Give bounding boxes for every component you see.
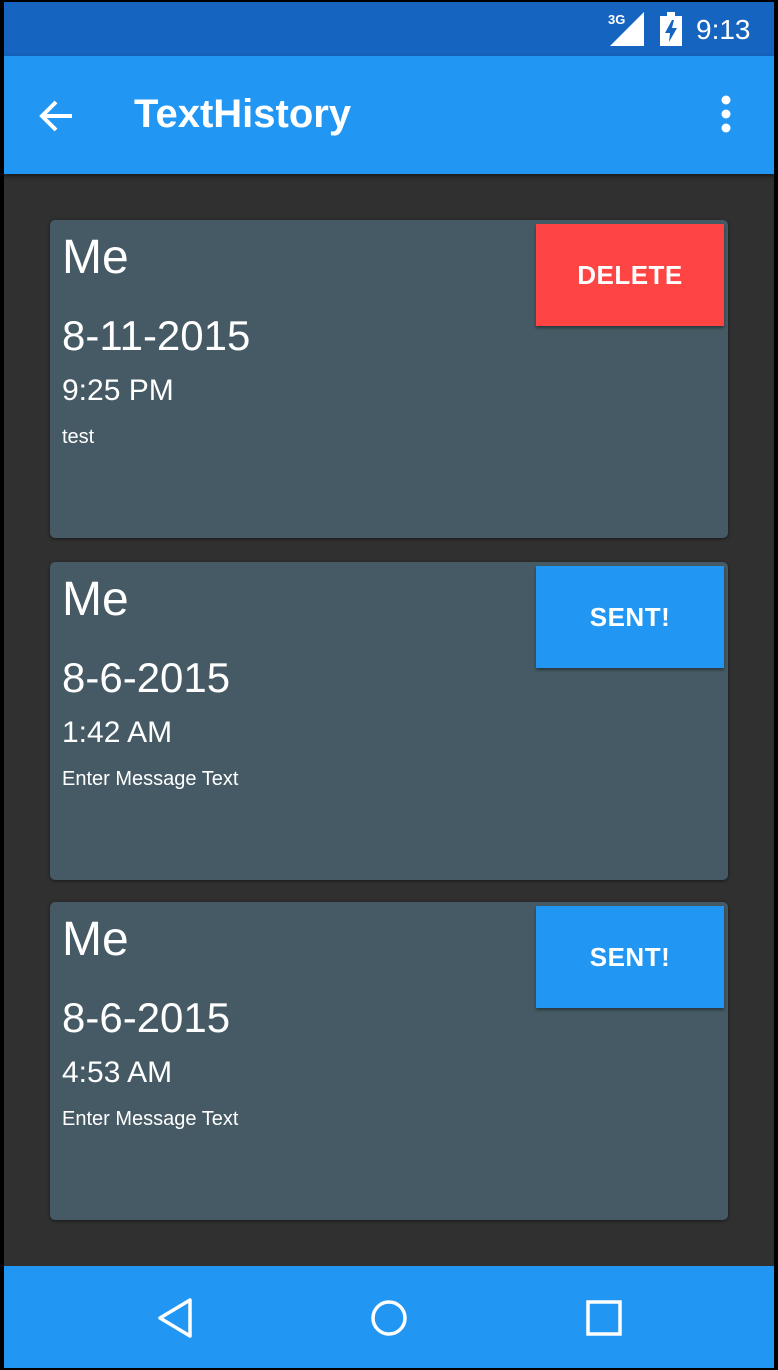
message-card[interactable]: Me 8-6-2015 4:53 AM Enter Message Text S… [50, 902, 728, 1220]
navigation-bar [4, 1266, 774, 1368]
message-card[interactable]: Me 8-6-2015 1:42 AM Enter Message Text S… [50, 562, 728, 880]
battery-charging-icon [660, 12, 682, 46]
message-sender: Me [62, 573, 129, 626]
app-frame: 3G 9:13 TextHistory Me 8-11-2015 9:25 PM… [4, 2, 774, 1368]
delete-button[interactable]: DELETE [536, 224, 724, 326]
message-date: 8-11-2015 [62, 312, 251, 359]
message-time: 4:53 AM [62, 1056, 173, 1089]
nav-back-icon[interactable] [154, 1296, 198, 1340]
arrow-back-icon[interactable] [34, 94, 78, 138]
sent-button[interactable]: SENT! [536, 906, 724, 1008]
sent-button[interactable]: SENT! [536, 566, 724, 668]
status-clock: 9:13 [696, 14, 751, 45]
message-text: Enter Message Text [62, 768, 239, 790]
nav-home-icon[interactable] [367, 1296, 411, 1340]
message-sender: Me [62, 913, 129, 966]
message-time: 1:42 AM [62, 716, 173, 749]
nav-recents-icon[interactable] [582, 1296, 626, 1340]
message-sender: Me [62, 231, 129, 284]
message-card[interactable]: Me 8-11-2015 9:25 PM test DELETE [50, 220, 728, 538]
more-vert-icon[interactable] [704, 92, 744, 140]
message-date: 8-6-2015 [62, 654, 231, 701]
page-title: TextHistory [134, 92, 352, 136]
app-bar: TextHistory [4, 56, 774, 174]
message-text: test [62, 426, 95, 448]
message-text: Enter Message Text [62, 1108, 239, 1130]
network-type: 3G [608, 12, 626, 27]
message-date: 8-6-2015 [62, 994, 231, 1041]
status-bar: 3G 9:13 [4, 2, 774, 56]
message-time: 9:25 PM [62, 374, 174, 407]
